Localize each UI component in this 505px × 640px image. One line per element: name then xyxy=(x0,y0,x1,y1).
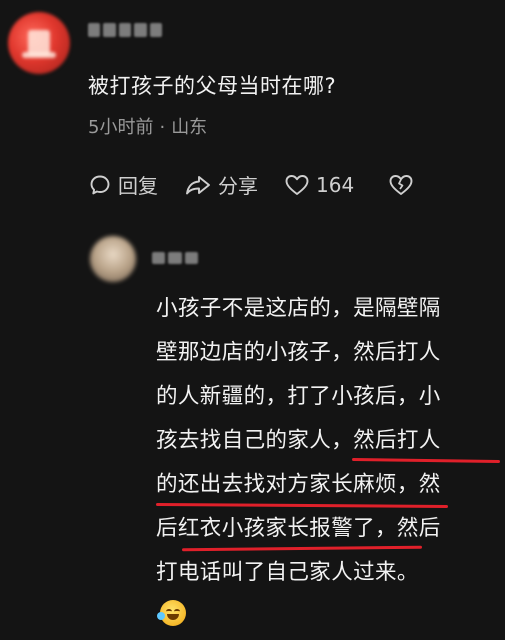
share-button[interactable]: 分享 xyxy=(184,170,258,199)
reply-button[interactable]: 回复 xyxy=(88,170,158,199)
red-underline xyxy=(181,545,423,552)
reply-line: 小孩子不是这店的，是隔壁隔 xyxy=(156,292,496,336)
meta-separator: · xyxy=(159,117,166,138)
reply-line: 打电话叫了自己家人过来。 xyxy=(156,556,496,600)
reply-line: 孩去找自己的家人，然后打人 xyxy=(156,424,501,468)
reply-line: 的人新疆的，打了小孩后，小 xyxy=(156,380,496,424)
comment-actions: 回复 分享 164 xyxy=(88,170,440,199)
reply-text: 小孩子不是这店的，是隔壁隔 壁那边店的小孩子，然后打人 的人新疆的，打了小孩后，… xyxy=(155,292,501,600)
reply-line: 后红衣小孩家长报警了，然后 xyxy=(156,512,496,556)
reply-line-text: 的人新疆的，打了小孩后，小 xyxy=(156,384,441,409)
reply-line-text: 打电话叫了自己家人过来。 xyxy=(156,560,419,585)
heart-icon xyxy=(284,173,310,197)
reply-label: 回复 xyxy=(118,174,158,198)
reply-line-text: 小孩子不是这店的，是隔壁隔 xyxy=(156,296,441,321)
dislike-button[interactable] xyxy=(388,173,414,197)
red-underline xyxy=(155,502,449,509)
reply-line-text: 壁那边店的小孩子，然后打人 xyxy=(156,340,441,365)
like-button[interactable]: 164 xyxy=(284,173,354,197)
username-blurred[interactable] xyxy=(88,23,163,37)
reply-line: 壁那边店的小孩子，然后打人 xyxy=(156,336,496,380)
broken-heart-icon xyxy=(388,173,414,197)
comment-location: 山东 xyxy=(171,117,208,138)
reply-avatar[interactable] xyxy=(90,236,136,282)
comment-time: 5小时前 xyxy=(88,117,154,138)
avatar[interactable] xyxy=(8,12,70,74)
emoji-mouth xyxy=(167,614,179,620)
comment-bubble-icon xyxy=(88,173,112,197)
share-arrow-icon xyxy=(184,173,212,197)
tear-drop xyxy=(157,612,165,620)
reply-line-text: 后红衣小孩家长报警了，然后 xyxy=(156,516,441,541)
comment-text: 被打孩子的父母当时在哪? xyxy=(88,74,337,98)
reply-line-text: 孩去找自己的家人，然后打人 xyxy=(156,428,441,453)
laughing-tears-emoji xyxy=(157,600,186,626)
reply-username-blurred[interactable] xyxy=(152,252,198,264)
comment-meta: 5小时前 · 山东 xyxy=(88,113,207,139)
reply-line-text: 的还出去找对方家长麻烦，然 xyxy=(156,472,441,497)
like-count: 164 xyxy=(316,172,355,197)
comment-thread: 被打孩子的父母当时在哪? 5小时前 · 山东 回复 分享 164 小孩子不是这店… xyxy=(0,0,505,640)
red-underline xyxy=(351,457,501,464)
share-label: 分享 xyxy=(218,174,258,198)
reply-line: 的还出去找对方家长麻烦，然 xyxy=(155,468,496,512)
